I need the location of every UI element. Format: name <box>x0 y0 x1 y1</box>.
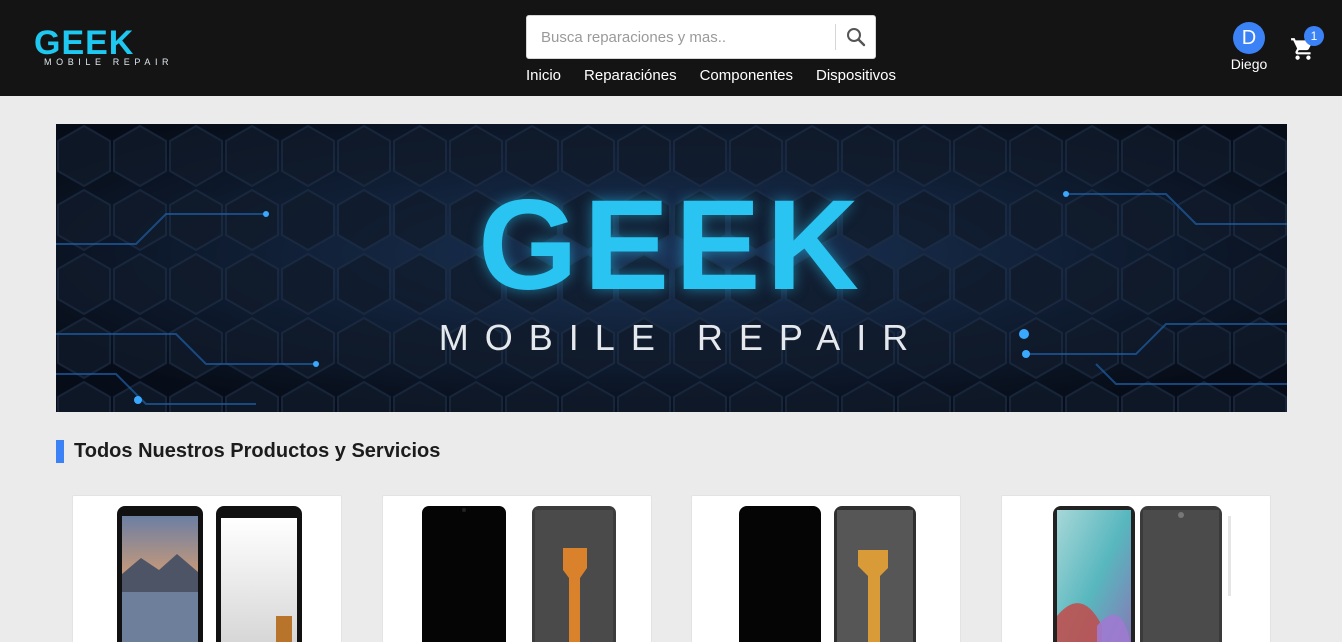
hero-banner[interactable]: GEEK MOBILE REPAIR <box>56 124 1287 412</box>
product-card[interactable] <box>1001 495 1271 642</box>
nav-link-reparaciones[interactable]: Reparaciónes <box>584 67 677 87</box>
cart-count-badge: 1 <box>1304 26 1324 46</box>
cart-button[interactable]: 1 <box>1290 26 1330 66</box>
logo-wordmark: GEEK <box>34 24 135 62</box>
search-button[interactable] <box>837 16 875 58</box>
top-header: GEEK MOBILE REPAIR Inicio Reparaciónes C… <box>0 0 1342 96</box>
avatar: D <box>1233 22 1265 54</box>
phone-screen-mountain-icon <box>117 506 302 642</box>
search-divider <box>835 24 836 50</box>
product-card[interactable] <box>382 495 652 642</box>
phone-screen-black-icon <box>739 506 916 642</box>
search-input[interactable] <box>527 16 835 58</box>
geek-logo[interactable]: GEEK MOBILE REPAIR <box>34 26 184 72</box>
user-name: Diego <box>1230 56 1268 72</box>
phone-screen-wallpaper-icon <box>1053 506 1231 642</box>
search-box <box>526 15 876 59</box>
nav-link-inicio[interactable]: Inicio <box>526 67 561 87</box>
logo-tagline: MOBILE REPAIR <box>44 57 174 67</box>
main-nav: Inicio Reparaciónes Componentes Disposit… <box>526 67 896 87</box>
product-card[interactable] <box>691 495 961 642</box>
nav-link-componentes[interactable]: Componentes <box>700 67 793 87</box>
search-icon <box>847 28 866 47</box>
banner-title: GEEK <box>478 174 865 317</box>
section-accent-bar <box>56 440 64 463</box>
banner-subtitle: MOBILE REPAIR <box>438 317 925 358</box>
user-menu[interactable]: D Diego <box>1225 22 1271 74</box>
product-card[interactable] <box>72 495 342 642</box>
section-title: Todos Nuestros Productos y Servicios <box>74 440 441 462</box>
phone-screen-black-icon <box>422 506 616 642</box>
nav-link-dispositivos[interactable]: Dispositivos <box>816 67 896 87</box>
